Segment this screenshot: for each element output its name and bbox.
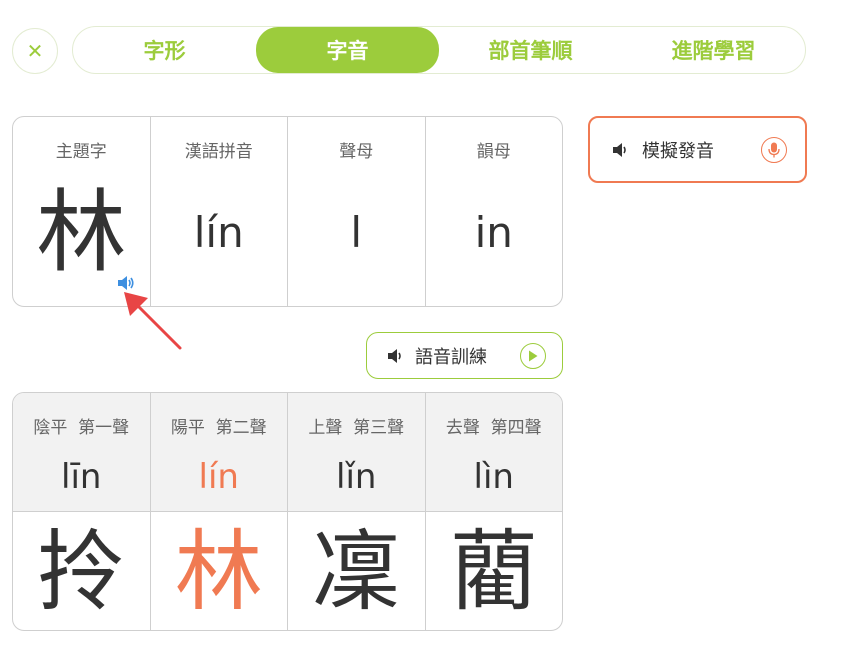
- speaker-icon: [613, 142, 626, 157]
- voice-training-label: 語音訓練: [415, 346, 487, 368]
- tone-pinyin: lǐn: [336, 457, 377, 497]
- pinyin-label: 漢語拼音: [184, 142, 253, 162]
- tone-name: 上聲 第三聲: [308, 418, 405, 438]
- close-button[interactable]: ✕: [12, 28, 58, 74]
- imitate-label: 模擬發音: [642, 140, 714, 162]
- final-value: in: [474, 208, 513, 257]
- tone-pinyin: lìn: [473, 457, 514, 497]
- tab-glyph[interactable]: 字形: [73, 27, 256, 73]
- tab-radical-stroke[interactable]: 部首筆順: [439, 27, 622, 73]
- main-character-label: 主題字: [55, 142, 107, 162]
- voice-training-button[interactable]: 語音訓練: [366, 332, 563, 379]
- tab-bar: 字形 字音 部首筆順 進階學習: [72, 26, 806, 74]
- main-character: 林: [36, 180, 127, 285]
- tone-column-3[interactable]: 上聲 第三聲 lǐn 凜: [288, 393, 426, 630]
- tone-character: 凜: [312, 520, 401, 623]
- tone-name: 陽平 第二聲: [170, 418, 267, 438]
- microphone-icon: [761, 136, 787, 163]
- tone-column-4[interactable]: 去聲 第四聲 lìn 藺: [425, 393, 562, 630]
- tone-table: 陰平 第一聲 līn 拎 陽平 第二聲 lín 林 上聲 第三聲 lǐn 凜 去…: [12, 392, 563, 631]
- initial-cell: 聲母 l: [288, 117, 426, 306]
- initial-value: l: [350, 208, 363, 257]
- character-info-table: 主題字 林 漢語拼音 lín 聲母 l 韻母 in: [12, 116, 563, 307]
- tone-column-2[interactable]: 陽平 第二聲 lín 林: [150, 393, 288, 630]
- main-character-cell: 主題字 林: [13, 117, 151, 306]
- initial-label: 聲母: [339, 142, 374, 162]
- pinyin-value: lín: [193, 208, 244, 257]
- speaker-icon: [388, 348, 401, 363]
- tone-name: 陰平 第一聲: [33, 418, 130, 438]
- tone-column-1[interactable]: 陰平 第一聲 līn 拎: [13, 393, 151, 630]
- final-label: 韻母: [476, 142, 511, 162]
- tone-name: 去聲 第四聲: [445, 418, 542, 438]
- imitate-pronunciation-button[interactable]: 模擬發音: [588, 116, 807, 183]
- tone-character: 拎: [37, 520, 126, 623]
- tone-pinyin: līn: [61, 457, 102, 497]
- tab-advanced[interactable]: 進階學習: [622, 27, 805, 73]
- tab-pronunciation[interactable]: 字音: [256, 27, 439, 73]
- pinyin-cell: 漢語拼音 lín: [151, 117, 288, 306]
- final-cell: 韻母 in: [426, 117, 563, 306]
- play-icon: [520, 342, 546, 369]
- tone-pinyin: lín: [198, 457, 239, 497]
- pointer-arrow-icon: [124, 292, 182, 350]
- tone-character: 林: [174, 520, 263, 623]
- close-icon: ✕: [26, 39, 44, 63]
- tone-character: 藺: [449, 520, 538, 623]
